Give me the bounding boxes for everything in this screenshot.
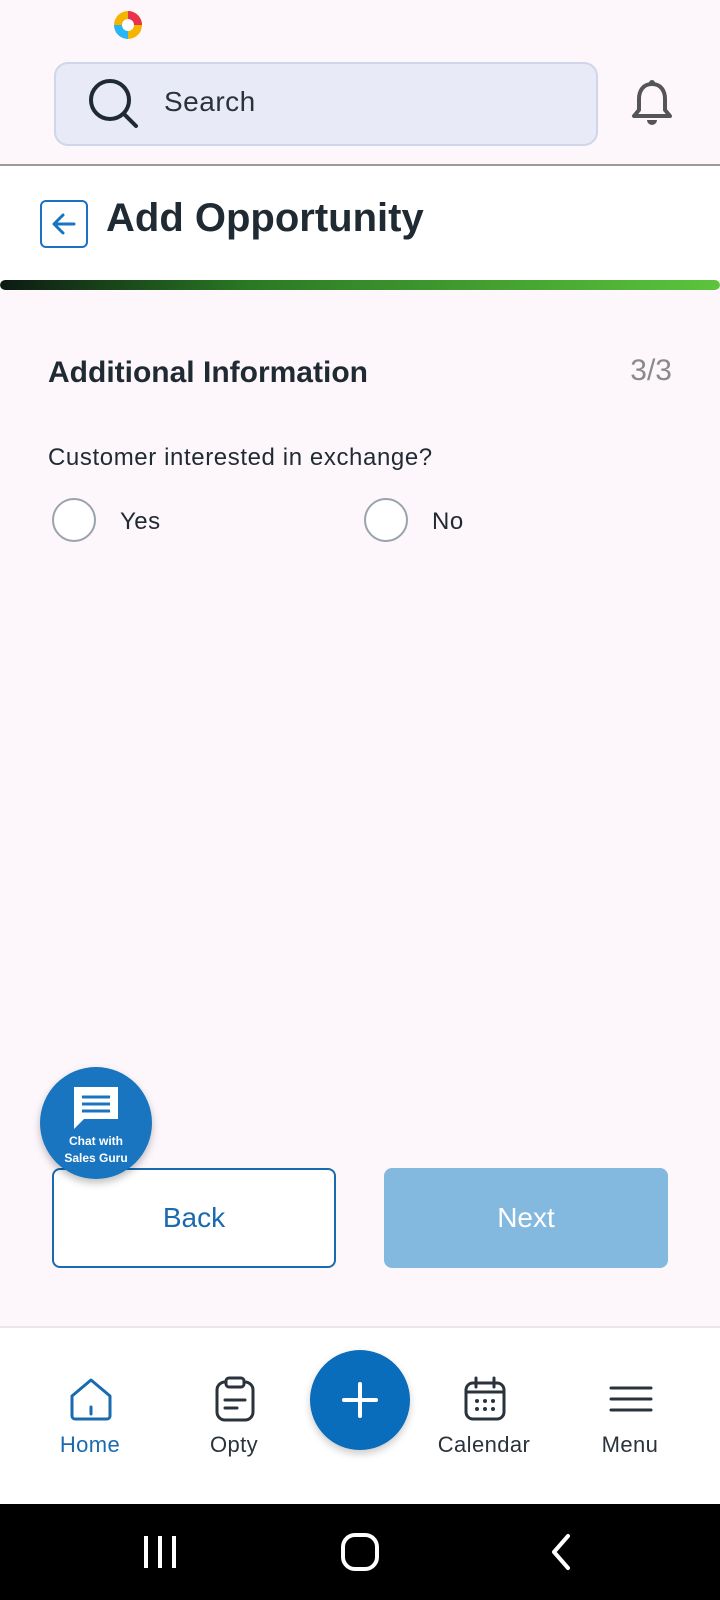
question-label: Customer interested in exchange?: [48, 444, 433, 471]
back-arrow-icon: [52, 213, 76, 235]
chat-icon: [74, 1087, 118, 1129]
nav-calendar[interactable]: Calendar: [414, 1328, 554, 1506]
progress-bar: [0, 280, 720, 290]
nav-calendar-label: Calendar: [437, 1432, 531, 1457]
step-counter: 3/3: [630, 354, 672, 387]
section-title: Additional Information: [48, 356, 368, 389]
radio-label-yes[interactable]: Yes: [120, 508, 161, 536]
top-bar: Search: [0, 48, 720, 166]
nav-home-label: Home: [59, 1432, 121, 1457]
nav-menu[interactable]: Menu: [560, 1328, 700, 1506]
nav-menu-label: Menu: [601, 1432, 659, 1457]
radio-label-no[interactable]: No: [432, 508, 464, 536]
page-title: Add Opportunity: [106, 196, 424, 240]
search-icon: [89, 79, 138, 128]
chat-label-line2: Sales Guru: [64, 1151, 128, 1165]
chat-sales-guru-button[interactable]: Chat with Sales Guru: [40, 1067, 152, 1179]
next-button[interactable]: Next: [384, 1168, 668, 1268]
chat-label-line1: Chat with: [69, 1134, 123, 1148]
chat-label: Chat with Sales Guru: [40, 1133, 152, 1167]
radio-yes[interactable]: [52, 498, 96, 542]
status-bar: [0, 0, 720, 48]
home-system-icon[interactable]: [340, 1532, 380, 1572]
calendar-icon: [464, 1376, 506, 1421]
back-button[interactable]: Back: [52, 1168, 336, 1268]
home-icon: [70, 1378, 112, 1421]
plus-icon: [342, 1382, 378, 1418]
hamburger-icon: [609, 1386, 653, 1412]
bell-icon[interactable]: [630, 80, 674, 128]
search-placeholder: Search: [164, 86, 256, 117]
clipboard-icon: [215, 1376, 255, 1422]
bottom-nav: Home Opty Calendar Menu: [0, 1326, 720, 1506]
search-input[interactable]: Search: [54, 62, 598, 146]
nav-opty-label: Opty: [209, 1432, 259, 1457]
nav-home[interactable]: Home: [20, 1328, 160, 1506]
page-header: Add Opportunity: [0, 166, 720, 282]
radio-no[interactable]: [364, 498, 408, 542]
app-logo-icon: [114, 11, 142, 39]
progress-fill: [0, 280, 720, 290]
nav-opty[interactable]: Opty: [164, 1328, 304, 1506]
back-system-icon[interactable]: [546, 1532, 576, 1572]
add-button[interactable]: [310, 1350, 410, 1450]
system-nav-bar: [0, 1504, 720, 1600]
back-arrow-button[interactable]: [40, 200, 88, 248]
recent-apps-icon[interactable]: [140, 1532, 180, 1572]
